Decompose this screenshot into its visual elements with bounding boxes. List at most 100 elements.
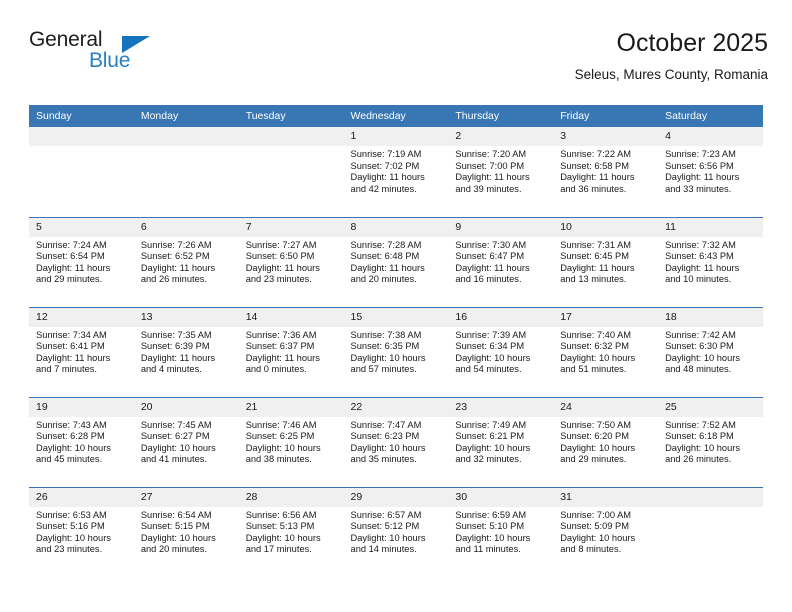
page-header: General Blue October 2025 Seleus, Mures … <box>29 28 768 100</box>
daylight-duration-line1: Daylight: 10 hours <box>560 532 636 543</box>
day-details: Sunrise: 7:23 AM Sunset: 6:56 PM Daylight:… <box>658 146 763 195</box>
calendar-day-cell[interactable]: 27 Sunrise: 6:54 AM Sunset: 5:15 PM Dayligh… <box>133 486 239 577</box>
day-31: 31 Sunrise: 7:00 AM Sunset: 5:09 PM Dayligh… <box>553 487 659 577</box>
calendar-day-cell[interactable]: 21 Sunrise: 7:46 AM Sunset: 6:25 PM Dayligh… <box>238 396 344 487</box>
daylight-duration-line1: Daylight: 11 hours <box>350 262 425 273</box>
sunrise-time: Sunrise: 7:32 AM <box>665 239 736 250</box>
day-details: Sunrise: 7:20 AM Sunset: 7:00 PM Daylight:… <box>448 146 553 195</box>
sunset-time: Sunset: 6:45 PM <box>560 251 629 262</box>
calendar-day-cell[interactable]: 11 Sunrise: 7:32 AM Sunset: 6:43 PM Dayligh… <box>658 216 763 307</box>
sunrise-time: Sunrise: 7:38 AM <box>350 329 422 340</box>
calendar-day-cell[interactable]: 1 Sunrise: 7:19 AM Sunset: 7:02 PM Daylight… <box>343 127 449 217</box>
calendar-day-cell[interactable]: 25 Sunrise: 7:52 AM Sunset: 6:18 PM Dayligh… <box>658 396 763 487</box>
day-details: Sunrise: 7:32 AM Sunset: 6:43 PM Daylight:… <box>658 237 763 286</box>
calendar-body: 1 Sunrise: 7:19 AM Sunset: 7:02 PM Daylight… <box>29 127 763 577</box>
calendar-day-cell[interactable]: 12 Sunrise: 7:34 AM Sunset: 6:41 PM Dayligh… <box>29 306 134 397</box>
day-number: 17 <box>553 307 659 327</box>
day-20: 20 Sunrise: 7:45 AM Sunset: 6:27 PM Dayligh… <box>133 397 239 487</box>
day-28: 28 Sunrise: 6:56 AM Sunset: 5:13 PM Dayligh… <box>238 487 344 577</box>
sunset-time: Sunset: 6:41 PM <box>36 341 105 352</box>
day-details: Sunrise: 7:36 AM Sunset: 6:37 PM Daylight:… <box>239 327 344 376</box>
daylight-duration-line2: and 33 minutes. <box>665 183 732 194</box>
day-number: 19 <box>29 397 134 417</box>
day-details: Sunrise: 7:38 AM Sunset: 6:35 PM Daylight:… <box>344 327 449 376</box>
calendar-day-cell[interactable]: 20 Sunrise: 7:45 AM Sunset: 6:27 PM Dayligh… <box>133 396 239 487</box>
sunrise-time: Sunrise: 6:53 AM <box>36 509 107 520</box>
day-details: Sunrise: 7:19 AM Sunset: 7:02 PM Daylight:… <box>344 146 449 195</box>
day-12: 12 Sunrise: 7:34 AM Sunset: 6:41 PM Dayligh… <box>29 307 134 397</box>
daylight-duration-line2: and 39 minutes. <box>455 183 522 194</box>
daylight-duration-line2: and 42 minutes. <box>350 183 417 194</box>
calendar-day-cell[interactable]: 17 Sunrise: 7:40 AM Sunset: 6:32 PM Dayligh… <box>553 306 659 397</box>
daylight-duration-line1: Daylight: 10 hours <box>245 532 321 543</box>
daylight-duration-line2: and 10 minutes. <box>665 274 732 285</box>
calendar-day-cell[interactable]: 14 Sunrise: 7:36 AM Sunset: 6:37 PM Dayligh… <box>238 306 344 397</box>
daylight-duration-line1: Daylight: 10 hours <box>36 532 111 543</box>
calendar-day-cell[interactable]: 6 Sunrise: 7:26 AM Sunset: 6:52 PM Daylight… <box>133 216 239 307</box>
calendar-day-cell[interactable]: 24 Sunrise: 7:50 AM Sunset: 6:20 PM Dayligh… <box>553 396 659 487</box>
daylight-duration-line2: and 57 minutes. <box>350 364 417 375</box>
day-details: Sunrise: 7:43 AM Sunset: 6:28 PM Daylight:… <box>29 417 134 466</box>
day-1: 1 Sunrise: 7:19 AM Sunset: 7:02 PM Daylight… <box>343 127 449 216</box>
day-26: 26 Sunrise: 6:53 AM Sunset: 5:16 PM Dayligh… <box>29 487 134 577</box>
calendar-day-cell[interactable]: 22 Sunrise: 7:47 AM Sunset: 6:23 PM Dayligh… <box>343 396 449 487</box>
daylight-duration-line1: Daylight: 10 hours <box>455 532 531 543</box>
calendar-day-cell <box>238 127 344 217</box>
sunset-time: Sunset: 6:21 PM <box>455 431 525 442</box>
sunset-time: Sunset: 7:00 PM <box>455 160 525 171</box>
calendar-day-cell[interactable]: 8 Sunrise: 7:28 AM Sunset: 6:48 PM Daylight… <box>343 216 449 307</box>
day-number: 30 <box>448 487 554 507</box>
day-3: 3 Sunrise: 7:22 AM Sunset: 6:58 PM Daylight… <box>553 127 659 216</box>
daylight-duration-line1: Daylight: 11 hours <box>245 262 320 273</box>
day-21: 21 Sunrise: 7:46 AM Sunset: 6:25 PM Dayligh… <box>238 397 344 487</box>
sunrise-time: Sunrise: 7:24 AM <box>36 239 107 250</box>
calendar-day-cell[interactable]: 15 Sunrise: 7:38 AM Sunset: 6:35 PM Dayligh… <box>343 306 449 397</box>
general-blue-logo[interactable]: General Blue <box>29 28 179 84</box>
calendar-day-cell[interactable]: 19 Sunrise: 7:43 AM Sunset: 6:28 PM Dayligh… <box>29 396 134 487</box>
calendar-day-cell[interactable]: 28 Sunrise: 6:56 AM Sunset: 5:13 PM Dayligh… <box>238 486 344 577</box>
day-16: 16 Sunrise: 7:39 AM Sunset: 6:34 PM Dayligh… <box>448 307 554 397</box>
sunrise-time: Sunrise: 7:50 AM <box>560 419 632 430</box>
sunset-time: Sunset: 6:54 PM <box>36 251 105 262</box>
day-11: 11 Sunrise: 7:32 AM Sunset: 6:43 PM Dayligh… <box>658 217 763 307</box>
calendar-day-cell[interactable]: 10 Sunrise: 7:31 AM Sunset: 6:45 PM Dayligh… <box>553 216 659 307</box>
daylight-duration-line2: and 13 minutes. <box>560 274 627 285</box>
sunset-time: Sunset: 5:10 PM <box>455 521 525 532</box>
daylight-duration-line1: Daylight: 11 hours <box>455 172 530 183</box>
calendar-day-cell[interactable]: 7 Sunrise: 7:27 AM Sunset: 6:50 PM Daylight… <box>238 216 344 307</box>
calendar-day-cell[interactable]: 29 Sunrise: 6:57 AM Sunset: 5:12 PM Dayligh… <box>343 486 449 577</box>
calendar-day-cell[interactable]: 9 Sunrise: 7:30 AM Sunset: 6:47 PM Daylight… <box>448 216 554 307</box>
sunset-time: Sunset: 5:13 PM <box>245 521 315 532</box>
calendar-day-cell[interactable]: 16 Sunrise: 7:39 AM Sunset: 6:34 PM Dayligh… <box>448 306 554 397</box>
sunset-time: Sunset: 6:27 PM <box>140 431 210 442</box>
day-details: Sunrise: 7:47 AM Sunset: 6:23 PM Daylight:… <box>344 417 449 466</box>
calendar-week-row: 12 Sunrise: 7:34 AM Sunset: 6:41 PM Dayligh… <box>29 306 763 397</box>
day-details: Sunrise: 7:26 AM Sunset: 6:52 PM Daylight:… <box>134 237 239 286</box>
calendar-day-cell[interactable]: 23 Sunrise: 7:49 AM Sunset: 6:21 PM Dayligh… <box>448 396 554 487</box>
day-details: Sunrise: 7:50 AM Sunset: 6:20 PM Daylight:… <box>553 417 658 466</box>
sunrise-time: Sunrise: 7:31 AM <box>560 239 632 250</box>
daylight-duration-line2: and 23 minutes. <box>245 274 312 285</box>
calendar-day-cell[interactable]: 2 Sunrise: 7:20 AM Sunset: 7:00 PM Daylight… <box>448 127 554 217</box>
calendar-day-cell[interactable]: 31 Sunrise: 7:00 AM Sunset: 5:09 PM Dayligh… <box>553 486 659 577</box>
title-block: October 2025 Seleus, Mures County, Roman… <box>575 28 768 83</box>
calendar-day-cell[interactable]: 26 Sunrise: 6:53 AM Sunset: 5:16 PM Dayligh… <box>29 486 134 577</box>
sunset-time: Sunset: 6:23 PM <box>350 431 420 442</box>
day-number <box>658 487 763 507</box>
calendar-day-cell[interactable]: 18 Sunrise: 7:42 AM Sunset: 6:30 PM Dayligh… <box>658 306 763 397</box>
day-9: 9 Sunrise: 7:30 AM Sunset: 6:47 PM Daylight… <box>448 217 554 307</box>
calendar-day-cell[interactable]: 3 Sunrise: 7:22 AM Sunset: 6:58 PM Daylight… <box>553 127 659 217</box>
day-number: 28 <box>238 487 344 507</box>
empty-day <box>238 127 344 216</box>
calendar-day-cell[interactable]: 5 Sunrise: 7:24 AM Sunset: 6:54 PM Daylight… <box>29 216 134 307</box>
weekday-header-saturday: Saturday <box>658 105 763 127</box>
sunrise-time: Sunrise: 7:22 AM <box>560 149 632 159</box>
daylight-duration-line2: and 8 minutes. <box>560 544 622 555</box>
page-title: October 2025 <box>616 29 769 57</box>
day-4: 4 Sunrise: 7:23 AM Sunset: 6:56 PM Daylight… <box>658 127 763 216</box>
day-number: 12 <box>29 307 134 327</box>
calendar-day-cell[interactable]: 4 Sunrise: 7:23 AM Sunset: 6:56 PM Daylight… <box>658 127 763 217</box>
daylight-duration-line1: Daylight: 10 hours <box>560 442 636 453</box>
calendar-day-cell[interactable]: 30 Sunrise: 6:59 AM Sunset: 5:10 PM Dayligh… <box>448 486 554 577</box>
calendar-day-cell[interactable]: 13 Sunrise: 7:35 AM Sunset: 6:39 PM Dayligh… <box>133 306 239 397</box>
